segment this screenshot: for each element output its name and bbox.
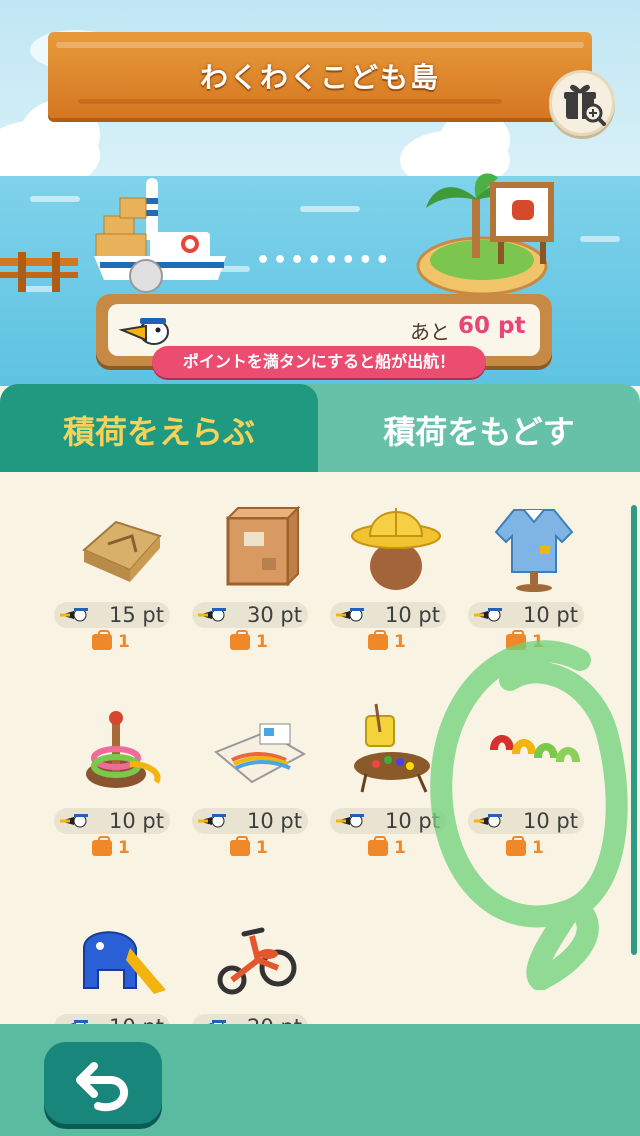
item-card-school-hat[interactable]: 10 pt 1 <box>328 486 464 676</box>
item-card-ring-toss[interactable]: 10 pt 1 <box>52 692 188 882</box>
item-quantity: 1 <box>532 632 544 652</box>
item-grid: 15 pt 1 30 pt 1 10 pt 1 10 pt 1 10 pt 1 … <box>0 472 640 1024</box>
cargo-count-icon <box>230 836 250 856</box>
island <box>416 173 554 296</box>
back-button[interactable] <box>44 1042 162 1124</box>
item-card-art-set[interactable]: 10 pt 1 <box>328 692 464 882</box>
pier <box>0 252 78 292</box>
hay-bale-icon <box>82 520 162 582</box>
remaining-label: あと <box>410 320 450 344</box>
item-points: 10 pt <box>523 809 578 833</box>
item-quantity: 1 <box>394 632 406 652</box>
caterpillar-tunnel-icon <box>490 735 580 762</box>
scrollbar[interactable] <box>631 505 637 955</box>
cloud <box>440 110 510 170</box>
item-card-smock[interactable]: 10 pt 1 <box>466 486 602 676</box>
play-mat-icon <box>214 723 307 784</box>
wave <box>30 196 80 202</box>
elephant-slide-icon <box>83 931 166 994</box>
tab-return-cargo[interactable]: 積荷をもどす <box>318 407 640 453</box>
item-points: 10 pt <box>385 603 440 627</box>
pelican-icon <box>60 814 88 828</box>
item-points: 20 pt <box>242 1015 302 1024</box>
pelican-icon <box>118 318 169 345</box>
item-points: 10 pt <box>109 809 164 833</box>
tricycle-icon <box>217 927 297 995</box>
item-points: 30 pt <box>247 603 302 627</box>
cargo-count-icon <box>92 630 112 650</box>
item-card-caterpillar-tunnel[interactable]: 10 pt 1 <box>466 692 602 882</box>
wave <box>580 236 620 242</box>
item-points: 10 pt <box>247 809 302 833</box>
pelican-icon <box>474 814 502 828</box>
item-points: 10 pt <box>523 603 578 627</box>
departure-hint: ポイントを満タンにすると船が出航！ <box>152 346 486 378</box>
gift-search-button[interactable] <box>549 70 615 136</box>
remaining-points: 60 pt <box>458 313 526 339</box>
item-card-elephant-slide[interactable]: 10 pt <box>52 898 188 1024</box>
pelican-icon <box>60 608 88 622</box>
item-points: 15 pt <box>109 603 164 627</box>
route-dots: •••••••• <box>256 248 393 273</box>
ring-toss-icon <box>86 711 161 788</box>
cargo-ship <box>94 178 226 293</box>
item-quantity: 1 <box>118 632 130 652</box>
art-set-icon <box>354 703 430 793</box>
page-title: わくわくこども島 <box>199 61 440 94</box>
item-points: 10 pt <box>104 1015 164 1024</box>
school-hat-icon <box>351 508 441 590</box>
item-card-hay-bale[interactable]: 15 pt 1 <box>52 486 188 676</box>
item-quantity: 1 <box>256 838 268 858</box>
wave <box>300 206 360 212</box>
item-card-play-mat[interactable]: 10 pt 1 <box>190 692 326 882</box>
item-card-wooden-crate[interactable]: 30 pt 1 <box>190 486 326 676</box>
pelican-icon <box>336 814 364 828</box>
item-quantity: 1 <box>394 838 406 858</box>
cargo-count-icon <box>506 836 526 856</box>
cargo-count-icon <box>368 630 388 650</box>
item-quantity: 1 <box>532 838 544 858</box>
tab-select-cargo-label: 積荷をえらぶ <box>62 413 255 451</box>
smock-icon <box>494 509 574 592</box>
item-card-tricycle[interactable]: 20 pt <box>190 898 326 1024</box>
cargo-count-icon <box>92 836 112 856</box>
item-quantity: 1 <box>256 632 268 652</box>
pelican-icon <box>336 608 364 622</box>
item-points: 10 pt <box>385 809 440 833</box>
gift-icon <box>564 84 606 126</box>
cargo-count-icon <box>230 630 250 650</box>
pelican-icon <box>198 814 226 828</box>
cargo-count-icon <box>368 836 388 856</box>
item-quantity: 1 <box>118 838 130 858</box>
pelican-icon <box>198 608 226 622</box>
back-arrow-icon <box>76 1062 129 1112</box>
pelican-icon <box>474 608 502 622</box>
wooden-crate-icon <box>225 505 301 587</box>
cargo-count-icon <box>506 630 526 650</box>
